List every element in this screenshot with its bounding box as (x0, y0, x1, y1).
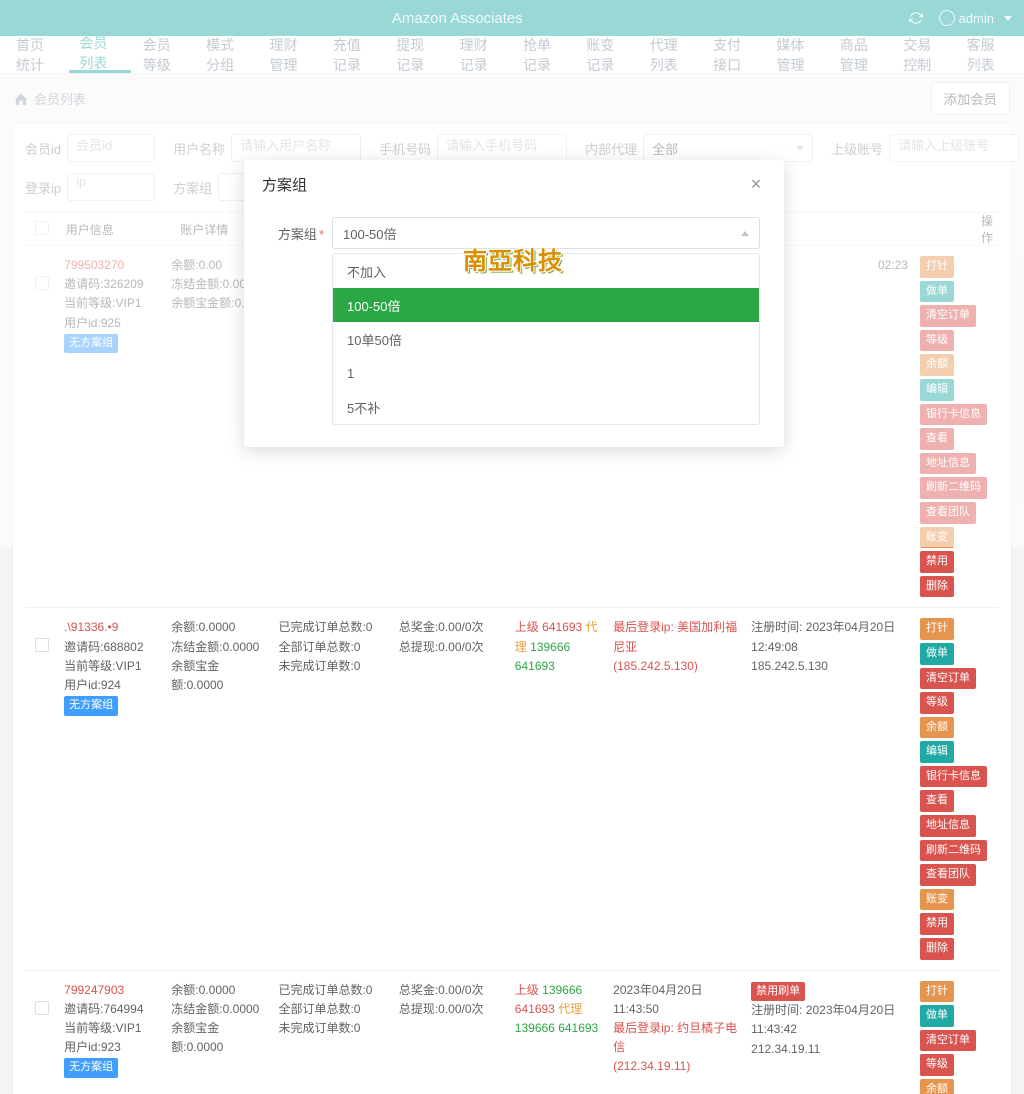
op-button[interactable]: 余额 (920, 717, 954, 739)
op-button[interactable]: 删除 (920, 938, 954, 960)
dropdown-option[interactable]: 10单50倍 (333, 322, 759, 356)
op-button[interactable]: 禁用 (920, 551, 954, 573)
op-button[interactable]: 编辑 (920, 741, 954, 763)
op-button[interactable]: 刷新二维码 (920, 840, 987, 862)
plan-group-label: 方案组* (268, 224, 324, 243)
op-button[interactable]: 账变 (920, 889, 954, 911)
op-button[interactable]: 做单 (920, 643, 954, 665)
op-button[interactable]: 做单 (920, 1005, 954, 1027)
row-checkbox[interactable] (35, 638, 49, 652)
modal-title: 方案组 (262, 174, 307, 195)
op-button[interactable]: 等级 (920, 692, 954, 714)
plan-tag[interactable]: 无方案组 (64, 1058, 118, 1078)
plan-group-dropdown: 不加入100-50倍10单50倍15不补 (332, 253, 760, 425)
table-row: 799247903邀请码:764994当前等级:VIP1用户id:923无方案组… (25, 971, 999, 1094)
op-button[interactable]: 清空订单 (920, 668, 976, 690)
status-badge: 禁用刷单 (751, 982, 805, 1002)
op-button[interactable]: 等级 (920, 1054, 954, 1076)
plan-group-modal: 方案组 × 方案组* 100-50倍 不加入100-50倍10单50倍15不补 (244, 160, 784, 447)
user-id: .\91336.•9 (64, 618, 159, 637)
op-button[interactable]: 打针 (920, 981, 954, 1003)
op-button[interactable]: 余额 (920, 1079, 954, 1094)
op-button[interactable]: 打针 (920, 618, 954, 640)
dropdown-option[interactable]: 1 (333, 356, 759, 390)
op-button[interactable]: 地址信息 (920, 815, 976, 837)
close-icon[interactable]: × (746, 175, 766, 195)
op-button[interactable]: 查看团队 (920, 864, 976, 886)
plan-tag[interactable]: 无方案组 (64, 696, 118, 716)
op-button[interactable]: 禁用 (920, 913, 954, 935)
dropdown-option[interactable]: 不加入 (333, 254, 759, 288)
op-button[interactable]: 银行卡信息 (920, 766, 987, 788)
op-button[interactable]: 删除 (920, 576, 954, 598)
op-button[interactable]: 查看 (920, 790, 954, 812)
dropdown-option[interactable]: 100-50倍 (333, 288, 759, 322)
chevron-down-icon (741, 231, 749, 236)
row-checkbox[interactable] (35, 1001, 49, 1015)
user-id: 799247903 (64, 981, 159, 1000)
table-row: .\91336.•9邀请码:688802当前等级:VIP1用户id:924无方案… (25, 608, 999, 970)
op-button[interactable]: 清空订单 (920, 1030, 976, 1052)
dropdown-option[interactable]: 5不补 (333, 390, 759, 424)
plan-group-select[interactable]: 100-50倍 (332, 217, 760, 249)
